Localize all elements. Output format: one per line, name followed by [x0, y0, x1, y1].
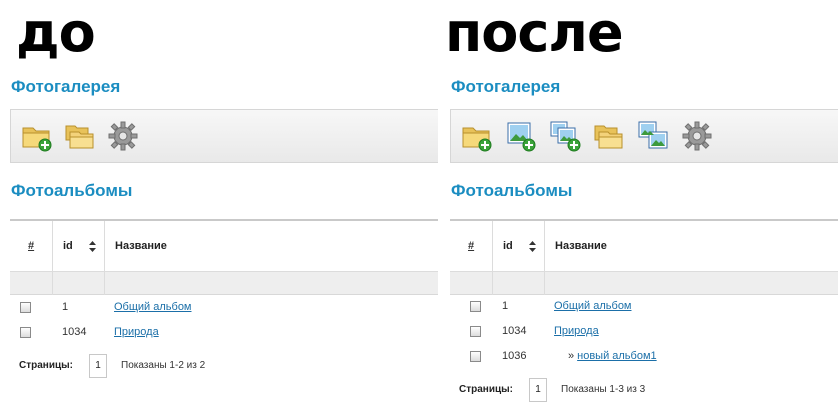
row-id: 1 [62, 301, 69, 313]
albums-title: Фотоальбомы [451, 181, 573, 200]
after-heading: после [445, 1, 624, 64]
gallery-title: Фотогалерея [451, 77, 561, 96]
col-name[interactable]: Название [555, 240, 607, 252]
row-id: 1 [502, 300, 509, 312]
table-row: 1036 » новый альбом1 [440, 347, 838, 369]
col-hash[interactable]: # [468, 240, 474, 252]
col-id[interactable]: id [503, 240, 513, 252]
page-1-button[interactable]: 1 [529, 378, 547, 402]
table-row: 1 Общий альбом [0, 298, 438, 320]
gallery-title: Фотогалерея [11, 77, 121, 96]
row-name-link[interactable]: Общий альбом [114, 301, 192, 313]
row-name-link[interactable]: Природа [554, 325, 599, 337]
sort-icon[interactable] [529, 241, 536, 252]
sort-icon[interactable] [89, 241, 96, 252]
row-checkbox[interactable] [470, 326, 481, 337]
col-hash[interactable]: # [28, 240, 34, 252]
folders-icon[interactable] [64, 120, 96, 152]
row-checkbox[interactable] [470, 301, 481, 312]
toolbar [10, 109, 438, 163]
col-id[interactable]: id [63, 240, 73, 252]
table-row: 1034 Природа [0, 323, 438, 345]
grid-filter-row [10, 272, 438, 295]
table-row: 1034 Природа [440, 322, 838, 344]
row-id: 1034 [62, 326, 87, 338]
child-marker: » [568, 350, 575, 362]
pager-info: Показаны 1-2 из 2 [121, 360, 206, 371]
gear-icon[interactable] [107, 120, 139, 152]
table-row: 1 Общий альбом [440, 297, 838, 319]
before-heading: до [16, 1, 96, 64]
photo-add-icon[interactable] [505, 120, 537, 152]
folder-add-icon[interactable] [461, 120, 493, 152]
page-1-button[interactable]: 1 [89, 354, 107, 378]
albums-grid: # id Название [10, 219, 438, 297]
row-checkbox[interactable] [20, 302, 31, 313]
row-checkbox[interactable] [20, 327, 31, 338]
row-id: 1036 [502, 350, 527, 362]
col-name[interactable]: Название [115, 240, 167, 252]
before-panel: до Фотогалерея Фотоальбомы # id Название… [0, 0, 438, 415]
photos-add-icon[interactable] [549, 120, 581, 152]
grid-header [10, 221, 438, 272]
gear-icon[interactable] [681, 120, 713, 152]
grid-filter-row [450, 272, 838, 295]
albums-title: Фотоальбомы [11, 181, 133, 200]
row-id: 1034 [502, 325, 527, 337]
albums-grid: # id Название [450, 219, 838, 297]
pager-label: Страницы: [19, 360, 73, 371]
row-name-link[interactable]: Природа [114, 326, 159, 338]
folder-add-icon[interactable] [21, 120, 53, 152]
row-checkbox[interactable] [470, 351, 481, 362]
folders-icon[interactable] [593, 120, 625, 152]
pager-info: Показаны 1-3 из 3 [561, 384, 646, 395]
after-panel: после Фотогалерея Фотоальбомы # id Назва… [440, 0, 838, 415]
row-name-link[interactable]: Общий альбом [554, 300, 632, 312]
pager-label: Страницы: [459, 384, 513, 395]
photos-icon[interactable] [637, 120, 669, 152]
toolbar [450, 109, 838, 163]
row-name-link[interactable]: » новый альбом1 [568, 350, 657, 362]
